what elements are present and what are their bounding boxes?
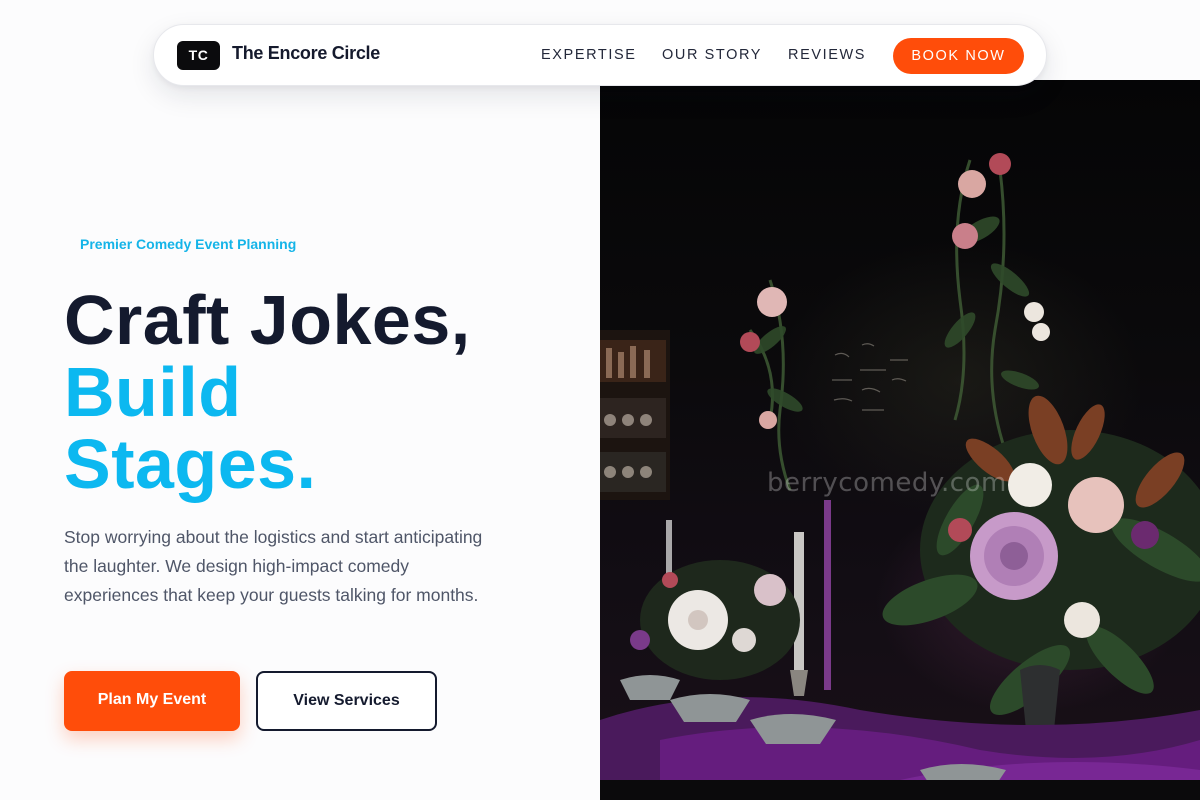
nav-link-reviews[interactable]: REVIEWS	[788, 47, 866, 63]
event-photo-illustration	[600, 153, 1200, 800]
landing-page: TC The Encore Circle EXPERTISE OUR STORY…	[0, 0, 1200, 800]
nav-link-our-story[interactable]: OUR STORY	[662, 47, 762, 63]
brand-name[interactable]: The Encore Circle	[232, 43, 380, 64]
top-navbar: TC The Encore Circle EXPERTISE OUR STORY…	[153, 24, 1047, 86]
view-services-button[interactable]: View Services	[256, 671, 437, 731]
headline-line-3: Stages.	[64, 425, 317, 503]
book-now-button[interactable]: BOOK NOW	[893, 38, 1024, 74]
nav-link-expertise[interactable]: EXPERTISE	[541, 47, 637, 63]
hero-headline: Craft Jokes, Build Stages.	[64, 284, 471, 500]
hero-eyebrow: Premier Comedy Event Planning	[80, 236, 297, 252]
image-watermark: berrycomedy.com	[767, 468, 1007, 498]
logo-badge[interactable]: TC	[177, 41, 220, 70]
plan-my-event-button[interactable]: Plan My Event	[64, 671, 240, 731]
headline-line-2: Build	[64, 353, 242, 431]
headline-line-1: Craft Jokes,	[64, 281, 471, 359]
hero-lead-paragraph: Stop worrying about the logistics and st…	[64, 527, 483, 605]
hero-event-photo: berrycomedy.com	[600, 80, 1200, 800]
